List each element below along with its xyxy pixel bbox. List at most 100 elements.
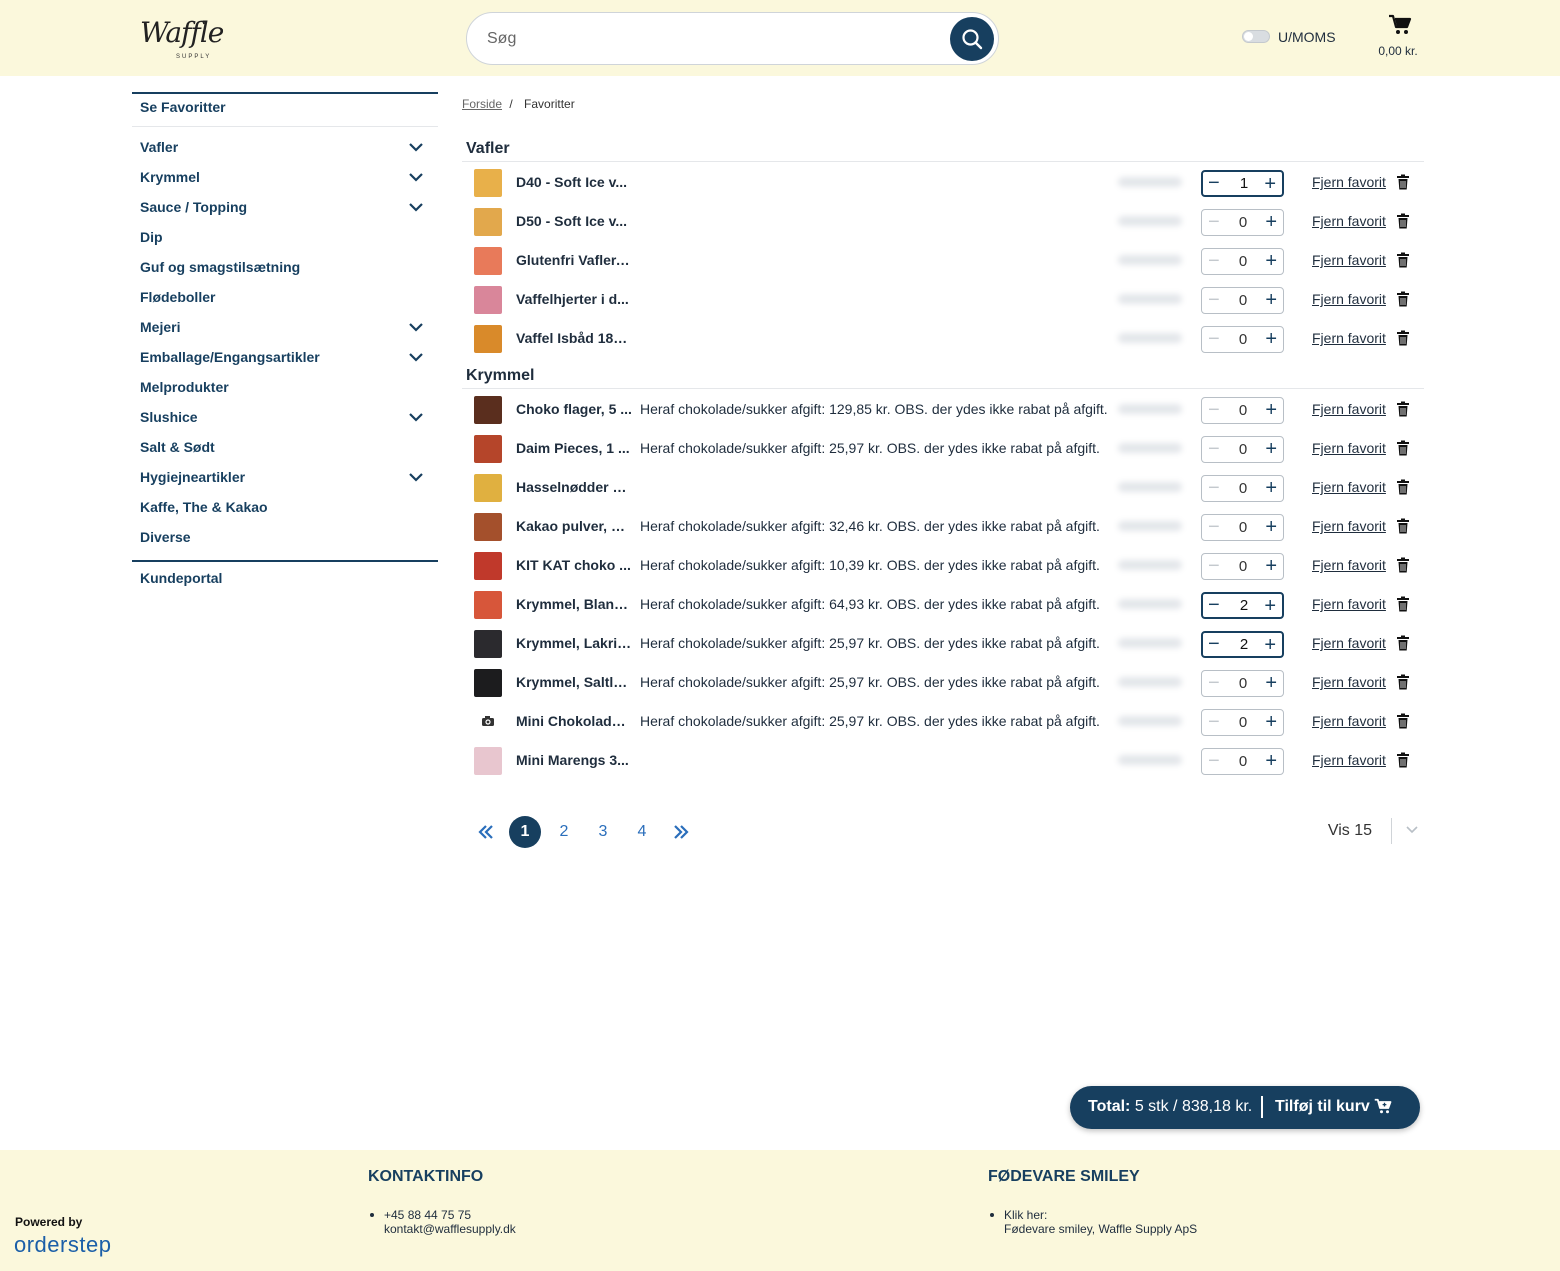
trash-icon[interactable] (1396, 518, 1410, 534)
increase-quantity-button[interactable]: + (1265, 210, 1277, 234)
decrease-quantity-button[interactable]: − (1208, 750, 1220, 772)
product-image[interactable] (474, 325, 502, 353)
product-image[interactable] (474, 591, 502, 619)
remove-favorite-link[interactable]: Fjern favorit (1312, 291, 1386, 307)
quantity-input[interactable]: 0 (1230, 753, 1256, 770)
quantity-input[interactable]: 1 (1231, 175, 1257, 192)
remove-favorite-link[interactable]: Fjern favorit (1312, 213, 1386, 229)
page-button[interactable]: 2 (548, 816, 580, 848)
sidebar-item-category[interactable]: Salt & Sødt (132, 431, 438, 461)
sidebar-item-category[interactable]: Guf og smagstilsætning (132, 251, 438, 281)
increase-quantity-button[interactable]: + (1264, 594, 1276, 618)
chevron-down-icon[interactable] (408, 141, 424, 153)
trash-icon[interactable] (1396, 557, 1410, 573)
product-image[interactable] (474, 474, 502, 502)
sidebar-item-category[interactable]: Sauce / Topping (132, 191, 438, 221)
first-page-button[interactable] (470, 816, 502, 848)
cart-button[interactable] (1380, 14, 1420, 41)
quantity-input[interactable]: 0 (1230, 675, 1256, 692)
increase-quantity-button[interactable]: + (1265, 671, 1277, 695)
product-name[interactable]: Krymmel, Saltla... (516, 674, 632, 690)
decrease-quantity-button[interactable]: − (1208, 289, 1220, 311)
remove-favorite-link[interactable]: Fjern favorit (1312, 479, 1386, 495)
breadcrumb-home[interactable]: Forside (462, 97, 502, 111)
trash-icon[interactable] (1396, 752, 1410, 768)
search-button[interactable] (950, 17, 994, 61)
quantity-input[interactable]: 0 (1230, 519, 1256, 536)
decrease-quantity-button[interactable]: − (1208, 399, 1220, 421)
decrease-quantity-button[interactable]: − (1208, 672, 1220, 694)
increase-quantity-button[interactable]: + (1265, 327, 1277, 351)
search-input[interactable] (487, 25, 927, 53)
quantity-input[interactable]: 0 (1230, 214, 1256, 231)
increase-quantity-button[interactable]: + (1264, 633, 1276, 657)
remove-favorite-link[interactable]: Fjern favorit (1312, 596, 1386, 612)
increase-quantity-button[interactable]: + (1265, 249, 1277, 273)
trash-icon[interactable] (1396, 174, 1410, 190)
last-page-button[interactable] (665, 816, 697, 848)
product-name[interactable]: Vaffel Isbåd 180... (516, 330, 632, 346)
page-button[interactable]: 4 (626, 816, 658, 848)
contact-email[interactable]: kontakt@wafflesupply.dk (384, 1222, 516, 1236)
quantity-input[interactable]: 2 (1231, 597, 1257, 614)
sidebar-item-category[interactable]: Vafler (132, 131, 438, 161)
product-name[interactable]: Krymmel, Lakrid... (516, 635, 632, 651)
product-image[interactable] (474, 247, 502, 275)
product-name[interactable]: D40 - Soft Ice v... (516, 174, 632, 190)
smiley-link[interactable]: Fødevare smiley, Waffle Supply ApS (1004, 1222, 1197, 1236)
product-image[interactable] (474, 208, 502, 236)
product-image[interactable] (474, 669, 502, 697)
quantity-input[interactable]: 0 (1230, 714, 1256, 731)
chevron-down-icon[interactable] (408, 171, 424, 183)
quantity-input[interactable]: 0 (1230, 402, 1256, 419)
sidebar-item-category[interactable]: Slushice (132, 401, 438, 431)
remove-favorite-link[interactable]: Fjern favorit (1312, 752, 1386, 768)
increase-quantity-button[interactable]: + (1265, 437, 1277, 461)
product-image[interactable] (474, 513, 502, 541)
trash-icon[interactable] (1396, 440, 1410, 456)
page-button[interactable]: 1 (509, 816, 541, 848)
sidebar-item-category[interactable]: Dip (132, 221, 438, 251)
product-name[interactable]: D50 - Soft Ice v... (516, 213, 632, 229)
chevron-down-icon[interactable] (408, 471, 424, 483)
sidebar-item-category[interactable]: Mejeri (132, 311, 438, 341)
product-name[interactable]: KIT KAT choko ... (516, 557, 632, 573)
remove-favorite-link[interactable]: Fjern favorit (1312, 252, 1386, 268)
product-image[interactable] (474, 435, 502, 463)
trash-icon[interactable] (1396, 635, 1410, 651)
vat-toggle[interactable] (1242, 30, 1270, 43)
cart-total[interactable]: 0,00 kr. (1372, 44, 1424, 58)
increase-quantity-button[interactable]: + (1265, 749, 1277, 773)
product-image[interactable] (474, 630, 502, 658)
trash-icon[interactable] (1396, 291, 1410, 307)
product-name[interactable]: Krymmel, Bland... (516, 596, 632, 612)
trash-icon[interactable] (1396, 401, 1410, 417)
remove-favorite-link[interactable]: Fjern favorit (1312, 440, 1386, 456)
remove-favorite-link[interactable]: Fjern favorit (1312, 518, 1386, 534)
sidebar-item-category[interactable]: Flødeboller (132, 281, 438, 311)
increase-quantity-button[interactable]: + (1265, 288, 1277, 312)
product-name[interactable]: Mini Marengs 3... (516, 752, 632, 768)
quantity-input[interactable]: 2 (1231, 636, 1257, 653)
remove-favorite-link[interactable]: Fjern favorit (1312, 635, 1386, 651)
increase-quantity-button[interactable]: + (1265, 710, 1277, 734)
decrease-quantity-button[interactable]: − (1208, 172, 1220, 194)
trash-icon[interactable] (1396, 674, 1410, 690)
add-to-cart-icon[interactable] (1374, 1098, 1392, 1115)
quantity-input[interactable]: 0 (1230, 480, 1256, 497)
increase-quantity-button[interactable]: + (1265, 476, 1277, 500)
remove-favorite-link[interactable]: Fjern favorit (1312, 330, 1386, 346)
product-image[interactable] (474, 552, 502, 580)
contact-phone[interactable]: +45 88 44 75 75 (384, 1208, 516, 1222)
decrease-quantity-button[interactable]: − (1208, 477, 1220, 499)
quantity-input[interactable]: 0 (1230, 558, 1256, 575)
quantity-input[interactable]: 0 (1230, 441, 1256, 458)
product-image[interactable] (474, 747, 502, 775)
sidebar-item-category[interactable]: Kaffe, The & Kakao (132, 491, 438, 521)
sidebar-item-category[interactable]: Diverse (132, 521, 438, 551)
trash-icon[interactable] (1396, 479, 1410, 495)
favorites-link[interactable]: Se Favoritter (132, 92, 438, 118)
product-name[interactable]: Choko flager, 5 ... (516, 401, 632, 417)
sidebar-item-category[interactable]: Emballage/Engangsartikler (132, 341, 438, 371)
quantity-input[interactable]: 0 (1230, 331, 1256, 348)
